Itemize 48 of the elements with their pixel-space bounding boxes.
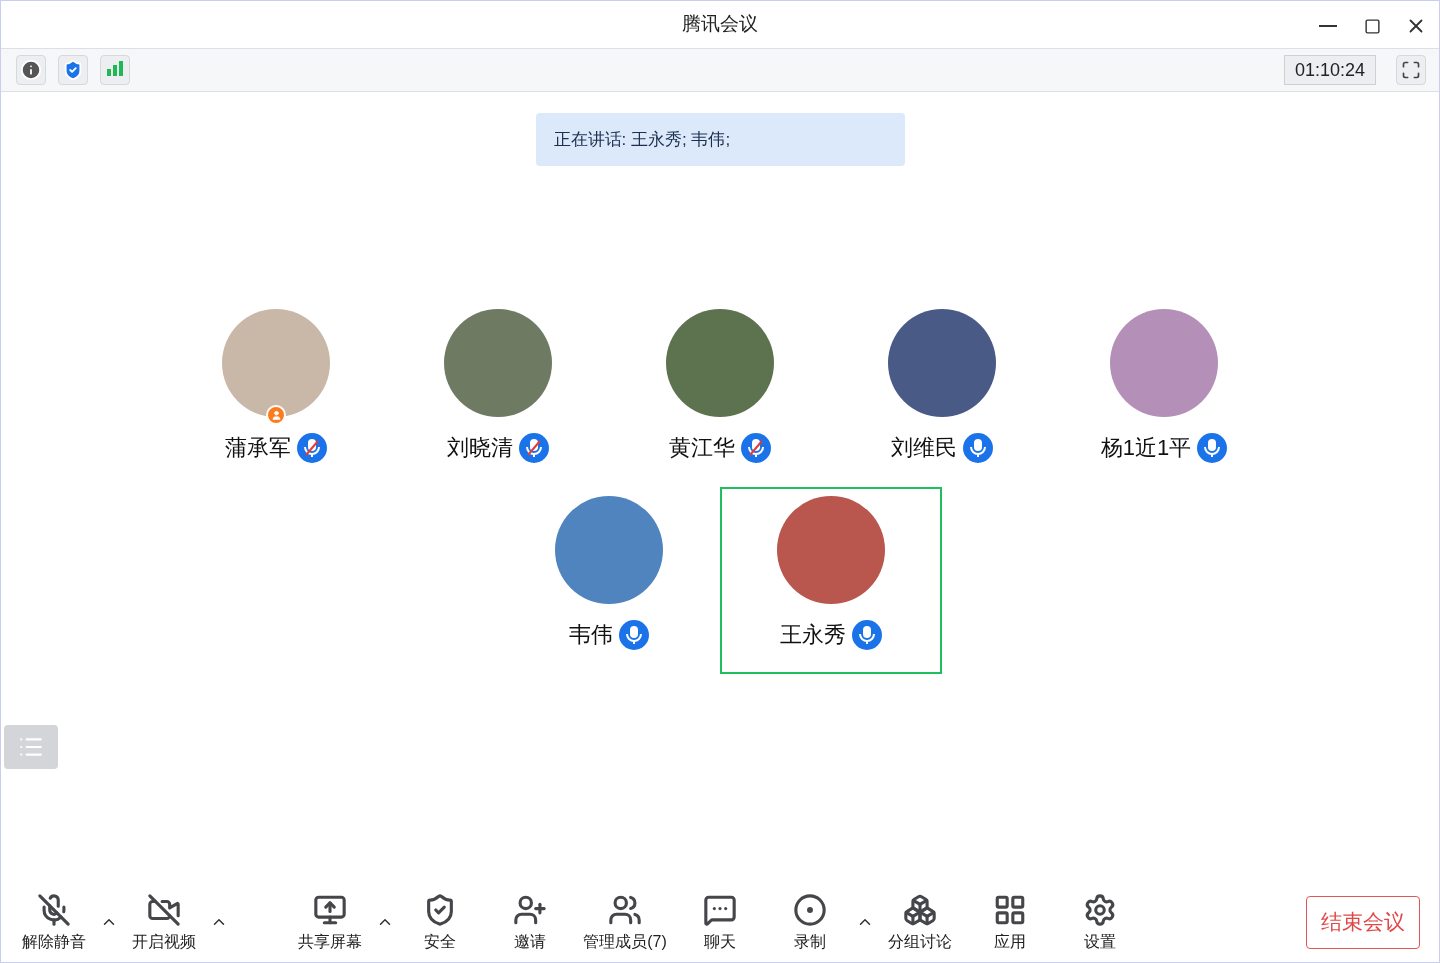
toolbar-button[interactable]: 开启视频 [119,890,209,954]
settings-icon [1083,893,1117,927]
toolbar-button[interactable]: 聊天 [675,890,765,954]
apps-grid-icon [993,893,1027,927]
toolbar-button[interactable]: 设置 [1055,890,1145,954]
add-person-icon [513,893,547,927]
participant-name: 蒲承军 [225,434,291,462]
monitor-icon [313,893,347,927]
shield-icon [62,59,84,81]
info-icon [20,59,42,81]
video-off-icon [147,893,181,927]
muted-microphone-icon [37,893,71,927]
participant-name: 王永秀 [780,621,846,649]
toolbar-button[interactable]: 管理成员(7) [575,890,675,954]
security-shield-button[interactable] [58,55,88,85]
toolbar-button[interactable]: 共享屏幕 [285,890,375,954]
record-icon [793,893,827,927]
chat-bubble-icon [703,893,737,927]
participant-tile[interactable]: 黄江华 [609,300,831,487]
participant-tile[interactable]: 刘维民 [831,300,1053,487]
meeting-timer: 01:10:24 [1283,55,1376,85]
participant-name: 杨1近1平 [1100,434,1192,462]
toolbar-button[interactable]: 解除静音 [9,890,99,954]
toolbar-button[interactable]: 分组讨论 [875,890,965,954]
list-toggle-button[interactable] [4,725,58,769]
blocks-icon [903,893,937,927]
end-meeting-button[interactable]: 结束会议 [1306,895,1420,949]
active-speaker-tile[interactable]: 王永秀 [720,487,942,674]
fullscreen-icon [1401,60,1421,80]
toolbar-button[interactable]: 录制 [765,890,855,954]
participant-tile[interactable]: 杨1近1平 [1053,300,1275,487]
participant-tile[interactable]: 韦伟 [498,487,720,674]
participant-tile[interactable]: 蒲承军 [165,300,387,487]
info-button[interactable] [16,55,46,85]
maximize-icon [1363,17,1381,35]
toolbar-button[interactable]: 邀请 [485,890,575,954]
toolbar-button[interactable]: 应用 [965,890,1055,954]
participant-name: 刘晓清 [447,434,513,462]
participant-name: 韦伟 [569,621,613,649]
window-title: 腾讯会议 [682,12,758,37]
toolbar-button[interactable]: 安全 [395,890,485,954]
minimize-icon [1319,25,1337,27]
fullscreen-button[interactable] [1396,55,1426,85]
speaking-banner: 正在讲话: 王永秀; 韦伟; [535,113,905,166]
participant-tile[interactable]: 刘晓清 [387,300,609,487]
people-icon [608,893,642,927]
participant-name: 黄江华 [669,434,735,462]
participant-name: 刘维民 [891,434,957,462]
